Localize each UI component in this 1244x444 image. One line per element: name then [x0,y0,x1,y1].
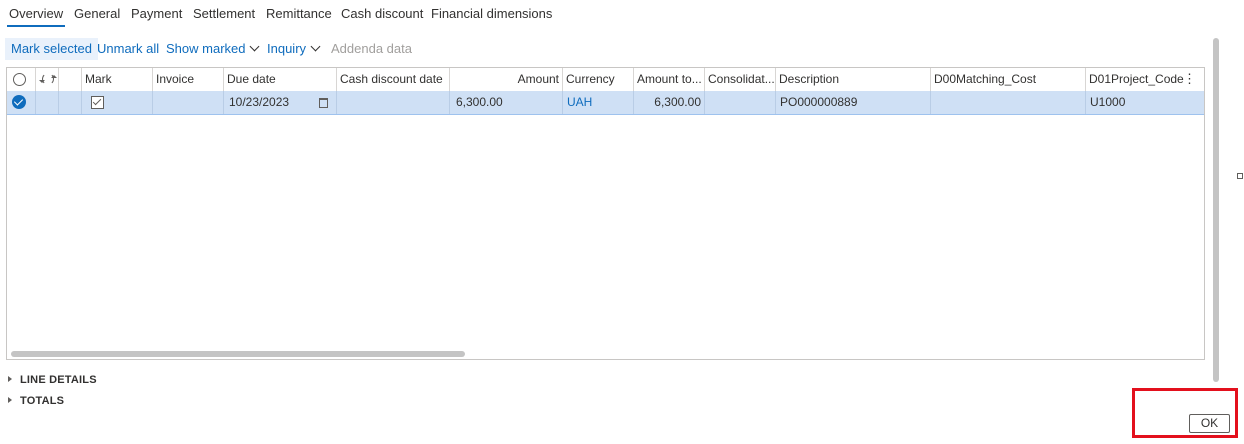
checkbox-checked-icon[interactable] [91,96,104,109]
grid-header: Mark Invoice Due date Cash discount date… [7,68,1204,92]
tab-bar: Overview General Payment Settlement Remi… [0,0,1230,30]
totals-section[interactable]: TOTALS [8,393,64,409]
d01-header-label: D01Project_Code [1089,72,1184,86]
tab-general[interactable]: General [74,6,120,21]
column-header-consolidat[interactable]: Consolidat... [705,68,776,91]
row-blank-cell [59,91,82,114]
column-header-d01project-code[interactable]: D01Project_Code ⋮ [1086,68,1204,91]
mark-selected-button[interactable]: Mark selected [5,38,98,60]
line-details-label: LINE DETAILS [20,374,97,386]
more-vertical-icon[interactable]: ⋮ [1183,68,1196,90]
tab-settlement[interactable]: Settlement [193,6,255,21]
tab-overview[interactable]: Overview [6,6,66,27]
description-cell[interactable]: PO000000889 [776,91,931,114]
radio-circle-icon[interactable] [13,73,26,86]
tab-cash-discount[interactable]: Cash discount [341,6,423,21]
show-marked-dropdown[interactable]: Show marked [166,38,260,60]
column-header-invoice[interactable]: Invoice [153,68,224,91]
mark-cell[interactable] [82,91,153,114]
due-date-cell[interactable]: 10/23/2023 [224,91,337,114]
refresh-icon[interactable] [39,73,57,85]
show-marked-label: Show marked [166,41,246,56]
caret-right-icon [8,376,12,382]
transactions-grid: Mark Invoice Due date Cash discount date… [6,67,1205,360]
inquiry-label: Inquiry [267,41,307,56]
column-header-amount[interactable]: Amount [450,68,563,91]
blank-header-cell [59,68,82,91]
horizontal-scrollbar[interactable] [11,351,465,357]
column-header-due-date[interactable]: Due date [224,68,337,91]
addenda-data-button: Addenda data [331,41,412,56]
amount-to-cell[interactable]: 6,300.00 [634,91,705,114]
currency-cell[interactable]: UAH [563,91,634,114]
calendar-icon[interactable] [319,98,328,108]
chevron-down-icon [310,41,321,52]
grid-toolbar: Mark selected Unmark all Show marked Inq… [0,38,1210,62]
chevron-down-icon [250,41,260,52]
column-header-description[interactable]: Description [776,68,931,91]
column-header-cash-discount-date[interactable]: Cash discount date [337,68,450,91]
line-details-section[interactable]: LINE DETAILS [8,372,97,388]
row-blank-cell [36,91,59,114]
refresh-cell[interactable] [36,68,59,91]
amount-cell[interactable]: 6,300.00 [450,91,563,114]
ok-button[interactable]: OK [1189,414,1230,433]
checkmark-circle-icon[interactable] [12,95,26,109]
column-header-mark[interactable]: Mark [82,68,153,91]
caret-right-icon [8,397,12,403]
d01project-code-cell[interactable]: U1000 [1086,91,1204,114]
consolidat-cell[interactable] [705,91,776,114]
due-date-value: 10/23/2023 [229,95,290,109]
column-header-amount-to[interactable]: Amount to... [634,68,705,91]
select-all-cell[interactable] [7,68,36,91]
resize-handle[interactable] [1237,173,1243,179]
tab-remittance[interactable]: Remittance [266,6,332,21]
totals-label: TOTALS [20,395,65,407]
inquiry-dropdown[interactable]: Inquiry [267,38,321,60]
cash-discount-date-cell[interactable] [337,91,450,114]
column-header-d00matching-cost[interactable]: D00Matching_Cost [931,68,1086,91]
row-select-cell[interactable] [7,91,36,114]
tab-payment[interactable]: Payment [131,6,182,21]
table-row[interactable]: 10/23/2023 6,300.00 UAH 6,300.00 PO00000… [7,91,1204,115]
column-header-currency[interactable]: Currency [563,68,634,91]
d00matching-cost-cell[interactable] [931,91,1086,114]
unmark-all-button[interactable]: Unmark all [97,38,159,60]
tab-financial-dimensions[interactable]: Financial dimensions [431,6,552,21]
vertical-scrollbar[interactable] [1213,38,1219,382]
invoice-cell[interactable] [153,91,224,114]
